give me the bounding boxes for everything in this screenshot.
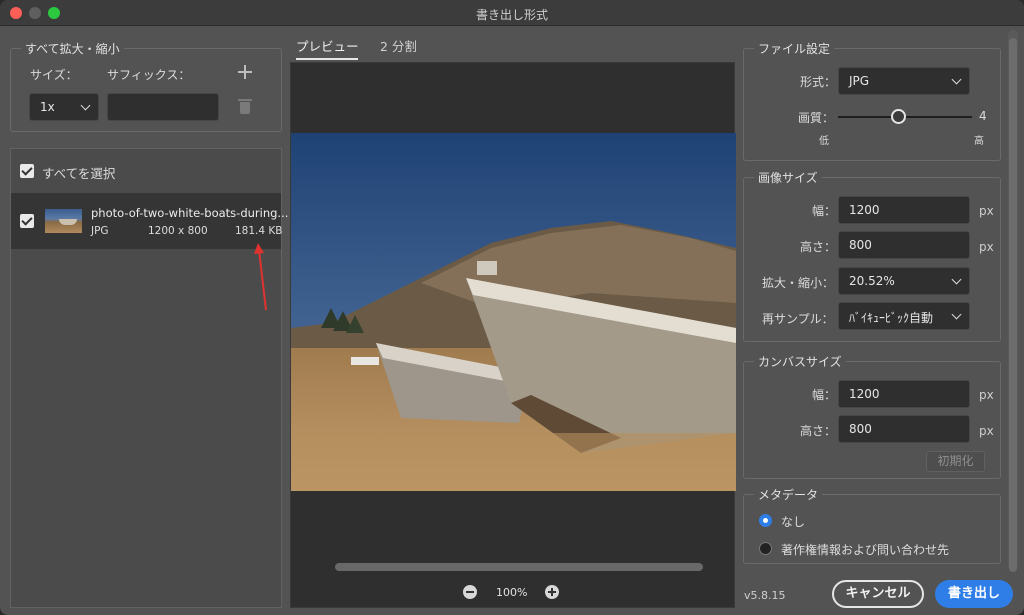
file-size: 181.4 KB — [235, 225, 283, 237]
quality-value: 4 — [979, 109, 987, 123]
chevron-down-icon — [80, 100, 91, 111]
image-width-input[interactable]: 1200 — [838, 196, 970, 224]
image-size-title: 画像サイズ — [754, 169, 822, 186]
image-height-input[interactable]: 800 — [838, 231, 970, 259]
tab-preview[interactable]: プレビュー — [296, 36, 359, 55]
metadata-title: メタデータ — [754, 486, 823, 503]
scale-select[interactable]: 1x — [29, 93, 99, 121]
image-scale-label: 拡大・縮小： — [762, 276, 835, 290]
chevron-down-icon — [951, 309, 962, 320]
file-format: JPG — [91, 225, 109, 237]
file-dimensions: 1200 x 800 — [148, 225, 208, 237]
chevron-down-icon — [951, 74, 962, 85]
file-settings-group: ファイル設定 — [743, 40, 1001, 161]
annotation-arrow — [254, 243, 267, 311]
format-select[interactable]: JPG — [838, 67, 970, 95]
zoom-level: 100% — [496, 586, 528, 599]
chevron-down-icon — [951, 274, 962, 285]
canvas-width-unit: px — [979, 388, 994, 402]
quality-min-label: 低 — [819, 136, 829, 147]
zoom-out-icon[interactable] — [463, 585, 477, 599]
suffix-label: サフィックス： — [107, 68, 191, 82]
export-button[interactable]: 書き出し — [935, 580, 1013, 608]
canvas-width-input[interactable]: 1200 — [838, 380, 970, 408]
preview-image — [291, 133, 736, 491]
canvas-height-input[interactable]: 800 — [838, 415, 970, 443]
image-scale-select[interactable]: 20.52% — [838, 267, 970, 295]
trash-icon[interactable] — [238, 99, 252, 114]
format-select-value: JPG — [849, 74, 870, 88]
image-width-unit: px — [979, 204, 994, 218]
add-scale-icon[interactable] — [238, 65, 252, 79]
file-name: photo-of-two-white-boats-during... — [91, 206, 289, 220]
file-list-panel: すべてを選択 photo-of-two-white-boats-during..… — [10, 148, 288, 608]
file-list-item[interactable]: photo-of-two-white-boats-during... JPG 1… — [11, 193, 288, 249]
canvas-size-title: カンバスサイズ — [754, 353, 846, 370]
tab-2-up[interactable]: 2 分割 — [380, 36, 417, 55]
settings-scrollbar-thumb[interactable] — [1009, 38, 1017, 572]
scale-all-title: すべて拡大・縮小 — [21, 40, 124, 57]
scale-select-value: 1x — [40, 100, 55, 114]
format-label: 形式： — [800, 75, 837, 89]
resample-value: ﾊﾞｲｷｭｰﾋﾞｯｸ自動 — [849, 311, 934, 325]
file-thumbnail — [45, 209, 82, 233]
image-height-label: 高さ： — [800, 240, 837, 254]
image-height-unit: px — [979, 240, 994, 254]
quality-label: 画質： — [798, 111, 835, 125]
select-all-label: すべてを選択 — [42, 166, 116, 181]
image-scale-value: 20.52% — [849, 274, 895, 288]
export-as-dialog: 書き出し形式 すべて拡大・縮小 サイズ： サフィックス： 1x すべてを選択 p… — [0, 0, 1024, 615]
select-all-checkbox[interactable] — [20, 164, 34, 178]
size-label: サイズ： — [30, 68, 78, 82]
title-bar: 書き出し形式 — [0, 0, 1024, 26]
metadata-copyright-label: 著作権情報および問い合わせ先 — [781, 543, 950, 557]
canvas-height-unit: px — [979, 424, 994, 438]
window-title: 書き出し形式 — [475, 8, 548, 22]
reset-canvas-button[interactable]: 初期化 — [926, 451, 985, 472]
canvas-height-label: 高さ： — [800, 424, 837, 438]
zoom-in-icon[interactable] — [545, 585, 559, 599]
file-item-checkbox[interactable] — [20, 214, 34, 228]
resample-select[interactable]: ﾊﾞｲｷｭｰﾋﾞｯｸ自動 — [838, 302, 970, 330]
quality-slider-thumb[interactable] — [890, 109, 906, 124]
image-width-label: 幅： — [812, 204, 837, 218]
metadata-none-radio[interactable] — [759, 514, 772, 527]
cancel-button[interactable]: キャンセル — [832, 580, 924, 608]
preview-scrollbar[interactable] — [335, 563, 703, 571]
metadata-none-label: なし — [781, 515, 806, 529]
preview-area — [290, 62, 736, 608]
resample-label: 再サンプル： — [762, 312, 834, 326]
quality-max-label: 高 — [974, 136, 984, 147]
version-label: v5.8.15 — [744, 589, 786, 602]
canvas-width-label: 幅： — [812, 388, 837, 402]
active-tab-indicator — [296, 58, 358, 60]
file-settings-title: ファイル設定 — [754, 40, 835, 57]
suffix-input[interactable] — [107, 93, 219, 121]
metadata-copyright-radio[interactable] — [759, 542, 772, 555]
